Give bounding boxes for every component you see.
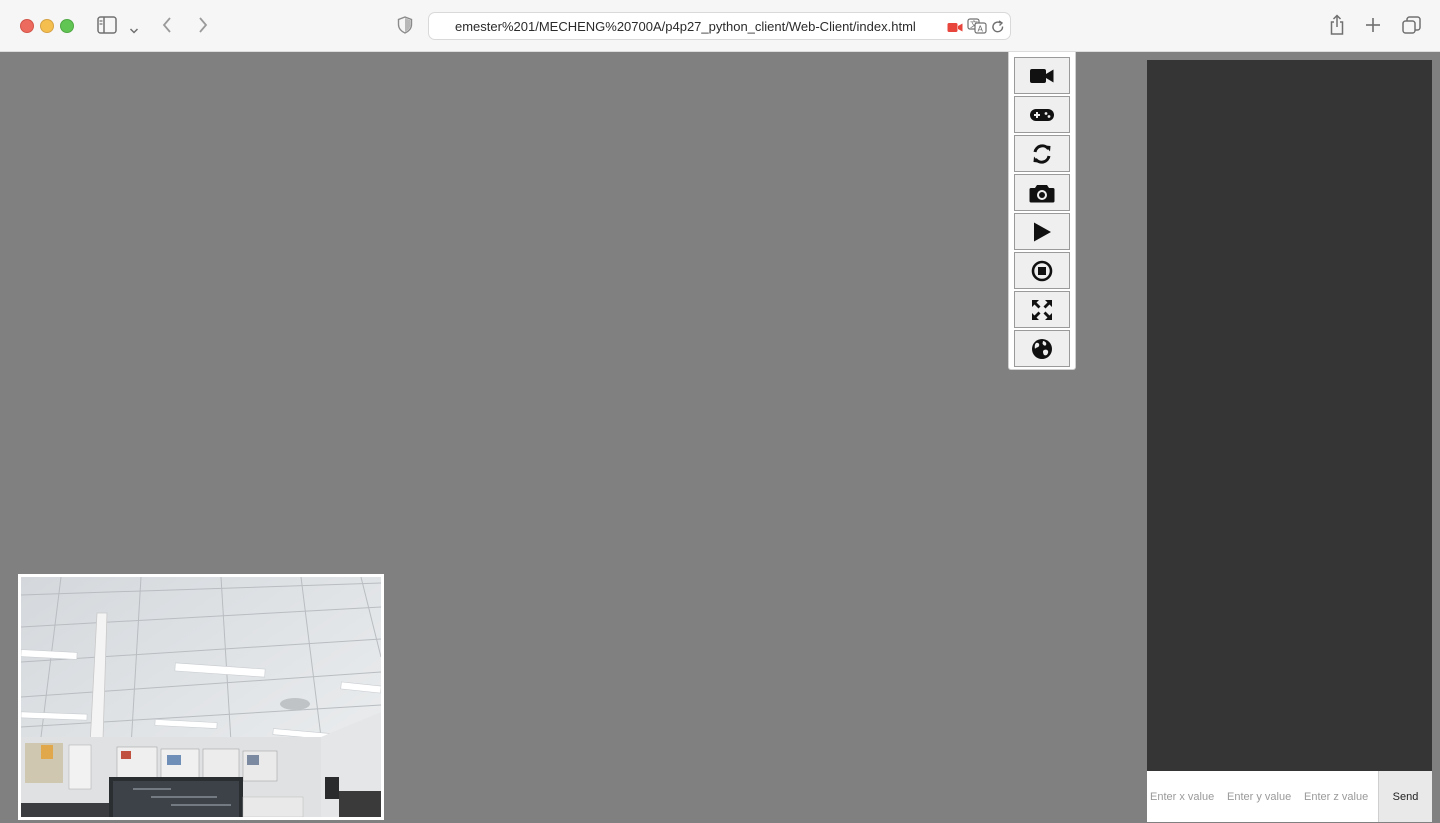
play-button[interactable]: [1014, 213, 1070, 250]
forward-icon[interactable]: [197, 16, 209, 38]
browser-toolbar: emester%201/MECHENG%20700A/p4p27_python_…: [0, 0, 1440, 52]
snapshot-button[interactable]: [1014, 174, 1070, 211]
play-icon: [1031, 221, 1053, 243]
stop-button[interactable]: [1014, 252, 1070, 289]
z-value-input[interactable]: [1301, 771, 1378, 822]
camera-feed: [18, 574, 384, 820]
sidebar-icon[interactable]: [97, 16, 117, 38]
fullscreen-icon: [1031, 299, 1053, 321]
camera-recording-icon[interactable]: [947, 19, 963, 38]
reload-icon[interactable]: [991, 19, 1005, 38]
svg-text:A: A: [978, 25, 984, 34]
send-button[interactable]: Send: [1378, 771, 1432, 822]
zoom-window-button[interactable]: [60, 19, 74, 33]
video-camera-button[interactable]: [1014, 57, 1070, 94]
translate-icon[interactable]: 文A: [967, 18, 987, 38]
video-camera-icon: [1029, 67, 1055, 85]
tab-overview-icon[interactable]: [1402, 16, 1421, 39]
url-text: emester%201/MECHENG%20700A/p4p27_python_…: [455, 19, 916, 34]
control-toolbar: [1008, 52, 1076, 370]
share-icon[interactable]: [1328, 14, 1346, 40]
minimize-window-button[interactable]: [40, 19, 54, 33]
globe-icon: [1031, 338, 1053, 360]
address-bar[interactable]: emester%201/MECHENG%20700A/p4p27_python_…: [428, 12, 1011, 40]
close-window-button[interactable]: [20, 19, 34, 33]
back-icon[interactable]: [161, 16, 173, 38]
side-panel: [1147, 60, 1432, 771]
y-value-input[interactable]: [1224, 771, 1301, 822]
fullscreen-button[interactable]: [1014, 291, 1070, 328]
coordinate-form: Send: [1147, 771, 1432, 822]
x-value-input[interactable]: [1147, 771, 1224, 822]
new-tab-icon[interactable]: [1365, 17, 1381, 37]
camera-icon: [1029, 183, 1055, 203]
gamepad-icon: [1029, 107, 1055, 123]
gamepad-button[interactable]: [1014, 96, 1070, 133]
stop-icon: [1031, 260, 1053, 282]
globe-button[interactable]: [1014, 330, 1070, 367]
chevron-down-icon[interactable]: [129, 20, 139, 39]
camera-feed-image: [21, 577, 381, 817]
refresh-button[interactable]: [1014, 135, 1070, 172]
refresh-icon: [1031, 143, 1053, 165]
shield-icon: [397, 16, 413, 38]
